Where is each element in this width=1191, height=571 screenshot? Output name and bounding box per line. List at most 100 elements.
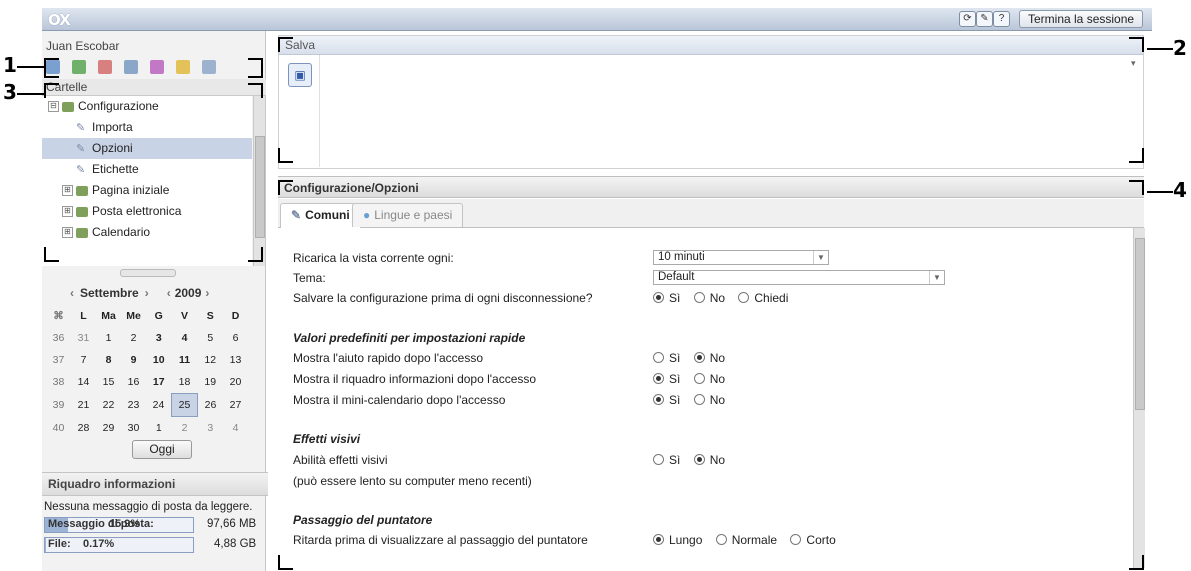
radio-option[interactable]: Sì bbox=[653, 393, 680, 407]
tasks-icon[interactable] bbox=[150, 60, 164, 74]
calendar-day[interactable]: 5 bbox=[198, 327, 224, 349]
help-icon[interactable]: ? bbox=[993, 11, 1010, 27]
calendar-day[interactable]: 23 bbox=[121, 394, 146, 417]
radio-option[interactable]: No bbox=[693, 453, 725, 467]
calendar-day[interactable]: 20 bbox=[223, 371, 248, 394]
radio-button[interactable] bbox=[738, 292, 750, 303]
today-button[interactable]: Oggi bbox=[132, 440, 192, 459]
collapse-icon[interactable]: ⊟ bbox=[48, 101, 59, 113]
calendar-day[interactable]: 4 bbox=[223, 417, 248, 440]
calendar-day[interactable]: 2 bbox=[121, 327, 146, 349]
radio-option[interactable]: Sì bbox=[653, 351, 680, 365]
info-panel-title[interactable]: Riquadro informazioni bbox=[42, 472, 268, 496]
radio-option[interactable]: Sì bbox=[653, 291, 680, 305]
calendar-day[interactable]: 21 bbox=[71, 394, 96, 417]
calendar-day[interactable]: 9 bbox=[121, 349, 146, 371]
calendar-icon[interactable] bbox=[98, 60, 112, 74]
calendar-day[interactable]: 16 bbox=[121, 371, 146, 394]
week-number[interactable]: 38 bbox=[46, 371, 71, 394]
tree-item-etichette[interactable]: ✎ Etichette bbox=[42, 159, 252, 180]
calendar-day[interactable]: 6 bbox=[223, 327, 248, 349]
radio-option[interactable]: Corto bbox=[790, 533, 836, 547]
week-number[interactable]: 40 bbox=[46, 417, 71, 440]
calendar-day[interactable]: 19 bbox=[198, 371, 224, 394]
radio-option[interactable]: No bbox=[693, 291, 725, 305]
radio-option[interactable]: Lungo bbox=[653, 533, 702, 547]
mail-icon[interactable] bbox=[72, 60, 86, 74]
calendar-day[interactable]: 8 bbox=[96, 349, 121, 371]
calendar-day[interactable]: 30 bbox=[121, 417, 146, 440]
calendar-day[interactable]: 22 bbox=[96, 394, 121, 417]
scrollbar-thumb[interactable] bbox=[255, 136, 265, 238]
options-icon[interactable] bbox=[202, 60, 216, 74]
theme-select[interactable]: Default ▼ bbox=[653, 270, 945, 285]
radio-button[interactable] bbox=[790, 534, 802, 545]
radio-button[interactable] bbox=[653, 352, 664, 363]
floppy-disk-icon[interactable]: ▣ bbox=[288, 63, 312, 87]
week-number[interactable]: 37 bbox=[46, 349, 71, 371]
scrollbar-thumb[interactable] bbox=[1135, 238, 1145, 410]
radio-option[interactable]: No bbox=[693, 351, 725, 365]
week-icon[interactable]: ⌘ bbox=[46, 305, 71, 327]
tree-item-posta-elettronica[interactable]: ⊞ Posta elettronica bbox=[42, 201, 252, 222]
prev-year-button[interactable]: ‹ bbox=[167, 286, 171, 300]
radio-button[interactable] bbox=[693, 373, 705, 384]
tree-scrollbar[interactable] bbox=[253, 96, 265, 266]
radio-option[interactable]: Chiedi bbox=[738, 291, 788, 305]
refresh-interval-select[interactable]: 10 minuti ▼ bbox=[653, 250, 829, 265]
radio-button[interactable] bbox=[653, 292, 664, 303]
refresh-icon[interactable]: ⟳ bbox=[959, 11, 976, 27]
calendar-day[interactable]: 26 bbox=[198, 394, 224, 417]
tree-item-calendario[interactable]: ⊞ Calendario bbox=[42, 222, 252, 243]
logout-button[interactable]: Termina la sessione bbox=[1019, 10, 1144, 28]
week-number[interactable]: 36 bbox=[46, 327, 71, 349]
tab-lingue-e-paesi[interactable]: ● Lingue e paesi bbox=[352, 203, 464, 227]
calendar-day[interactable]: 29 bbox=[96, 417, 121, 440]
next-year-button[interactable]: › bbox=[205, 286, 209, 300]
calendar-day[interactable]: 13 bbox=[223, 349, 248, 371]
calendar-day[interactable]: 15 bbox=[96, 371, 121, 394]
radio-button[interactable] bbox=[693, 454, 705, 465]
calendar-day[interactable]: 31 bbox=[71, 327, 96, 349]
tab-comuni[interactable]: ✎ Comuni bbox=[280, 203, 361, 228]
calendar-day[interactable]: 11 bbox=[172, 349, 198, 371]
radio-button[interactable] bbox=[653, 454, 664, 465]
calendar-day[interactable]: 14 bbox=[71, 371, 96, 394]
tree-item-configurazione[interactable]: ⊟ Configurazione bbox=[42, 96, 252, 117]
tree-item-opzioni[interactable]: ✎ Opzioni bbox=[42, 138, 252, 159]
calendar-month[interactable]: Settembre bbox=[80, 286, 139, 300]
prev-month-button[interactable]: ‹ bbox=[70, 286, 74, 300]
radio-option[interactable]: Sì bbox=[653, 372, 680, 386]
tree-item-pagina-iniziale[interactable]: ⊞ Pagina iniziale bbox=[42, 180, 252, 201]
week-number[interactable]: 39 bbox=[46, 394, 71, 417]
calendar-day[interactable]: 1 bbox=[96, 327, 121, 349]
calendar-day[interactable]: 12 bbox=[198, 349, 224, 371]
radio-button[interactable] bbox=[715, 534, 727, 545]
calendar-day[interactable]: 17 bbox=[146, 371, 172, 394]
next-month-button[interactable]: › bbox=[145, 286, 149, 300]
expand-icon[interactable]: ⊞ bbox=[62, 185, 73, 197]
form-scrollbar[interactable] bbox=[1133, 228, 1145, 568]
radio-option[interactable]: No bbox=[693, 393, 725, 407]
radio-button[interactable] bbox=[653, 534, 664, 545]
toolbar-collapse-icon[interactable]: ▾ bbox=[1131, 58, 1136, 69]
calendar-year[interactable]: 2009 bbox=[175, 286, 202, 300]
radio-button[interactable] bbox=[653, 394, 664, 405]
infostore-icon[interactable] bbox=[176, 60, 190, 74]
radio-button[interactable] bbox=[693, 352, 705, 363]
calendar-day[interactable]: 24 bbox=[146, 394, 172, 417]
calendar-day[interactable]: 3 bbox=[146, 327, 172, 349]
calendar-day[interactable]: 27 bbox=[223, 394, 248, 417]
expand-icon[interactable]: ⊞ bbox=[62, 227, 73, 239]
wrench-icon[interactable]: ✎ bbox=[976, 11, 993, 27]
calendar-day[interactable]: 4 bbox=[172, 327, 198, 349]
radio-option[interactable]: Sì bbox=[653, 453, 680, 467]
radio-button[interactable] bbox=[693, 394, 705, 405]
radio-button[interactable] bbox=[653, 373, 664, 384]
calendar-day[interactable]: 1 bbox=[146, 417, 172, 440]
calendar-day[interactable]: 10 bbox=[146, 349, 172, 371]
radio-option[interactable]: Normale bbox=[715, 533, 777, 547]
calendar-day[interactable]: 3 bbox=[198, 417, 224, 440]
splitter-handle[interactable] bbox=[120, 269, 176, 277]
expand-icon[interactable]: ⊞ bbox=[62, 206, 73, 218]
